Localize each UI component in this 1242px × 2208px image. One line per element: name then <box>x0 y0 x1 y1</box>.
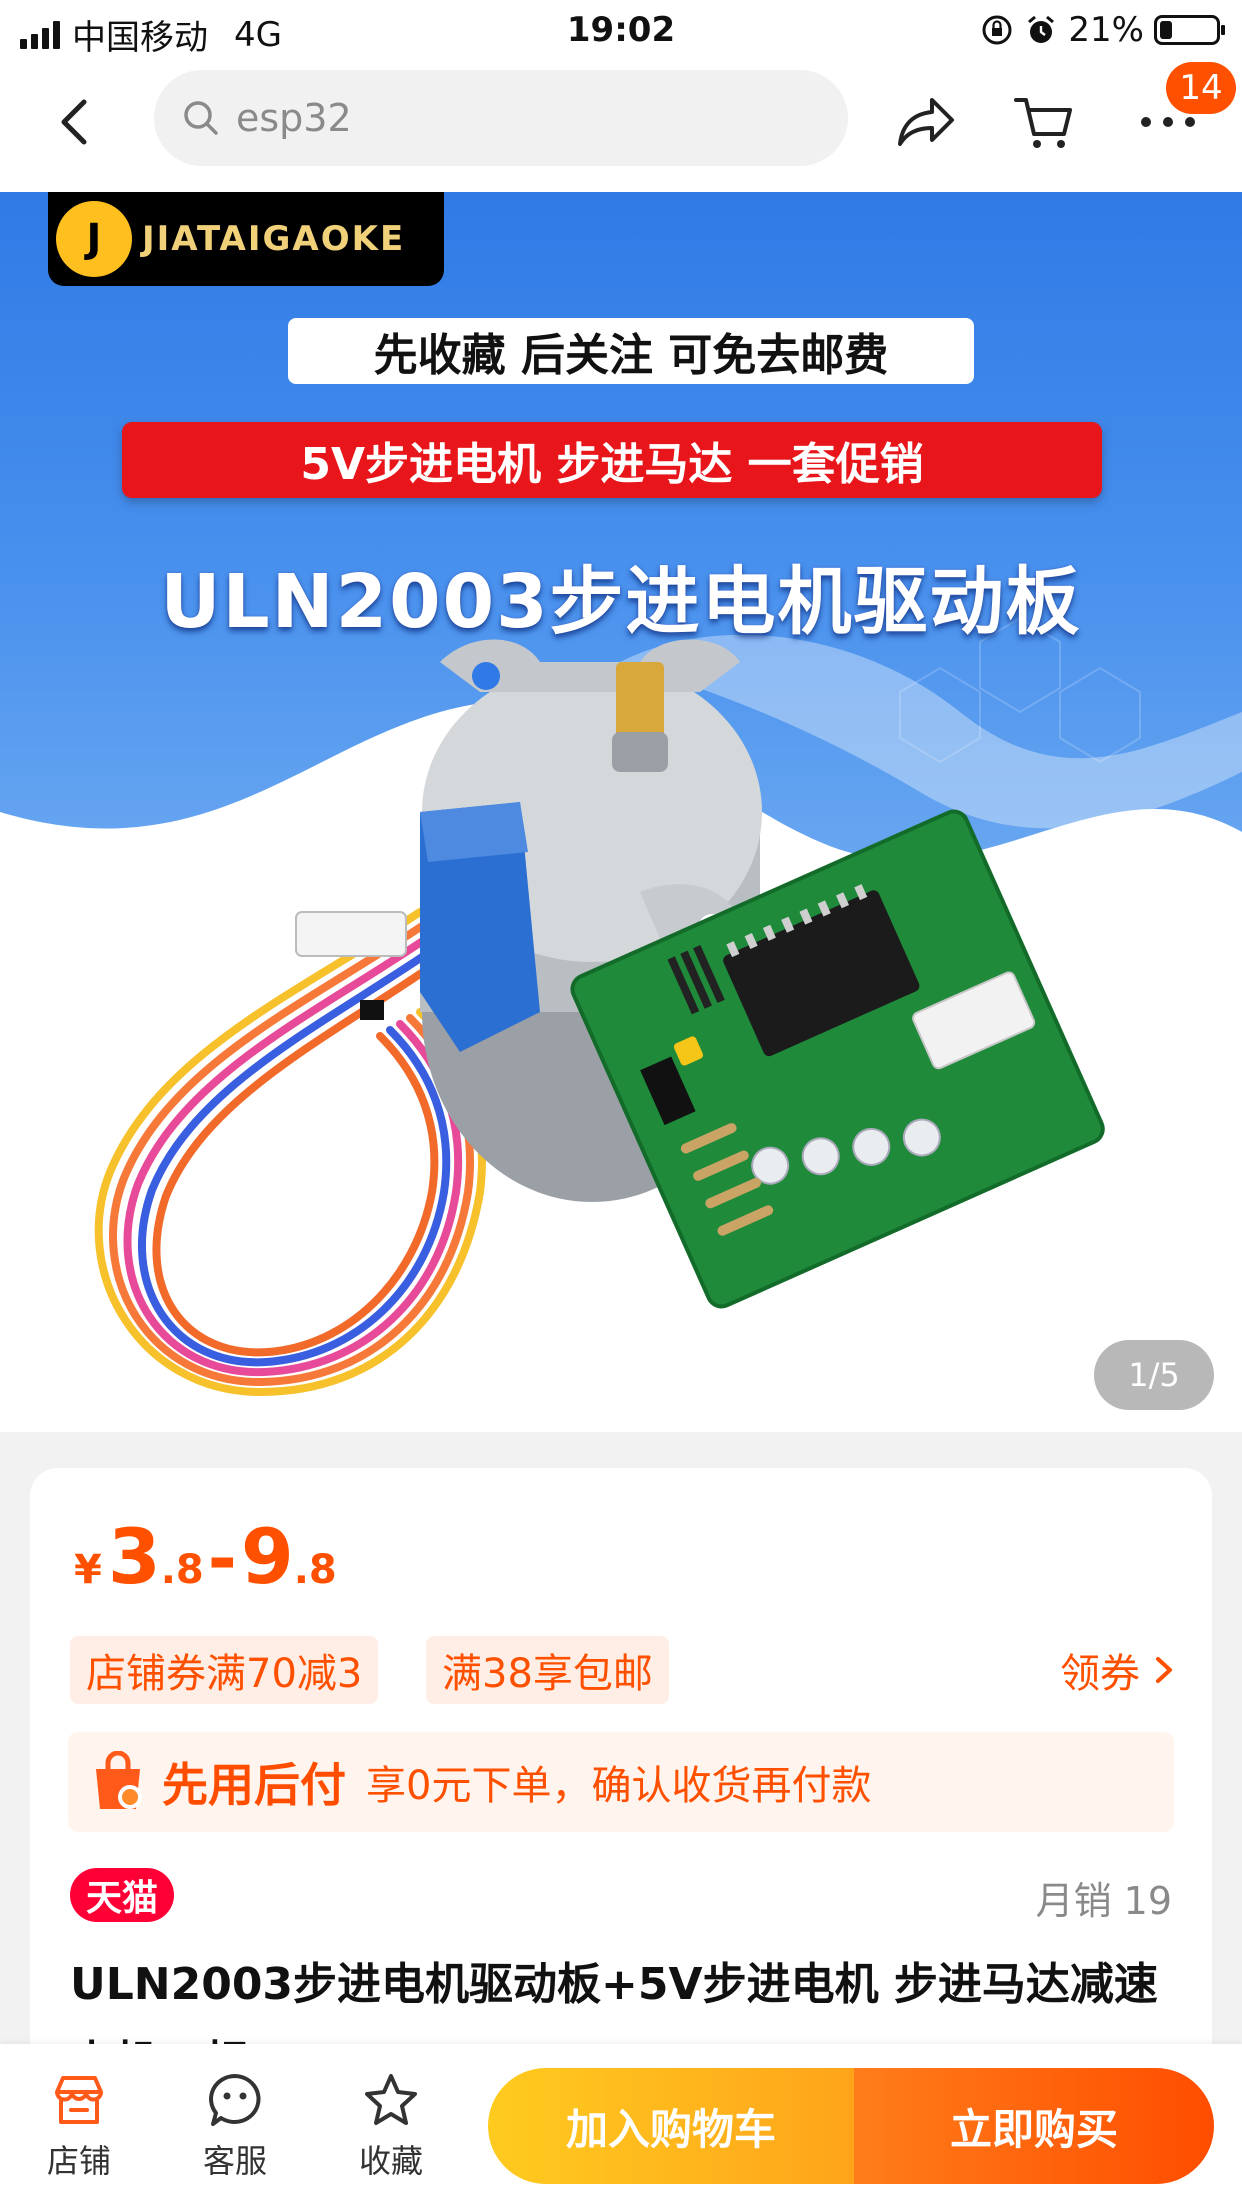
battery-percent: 21% <box>1068 10 1144 50</box>
price-high-dec: .8 <box>293 1547 337 1593</box>
tmall-badge: 天猫 <box>70 1868 175 1922</box>
price-low-dec: .8 <box>160 1547 204 1593</box>
chat-face-icon <box>209 2074 261 2126</box>
status-bar: 中国移动 4G 19:02 21% <box>0 0 1242 62</box>
product-image-carousel[interactable]: J JIATAIGAOKE 先收藏 后关注 可免去邮费 5V步进电机 步进马达 … <box>0 192 1242 1432</box>
share-icon[interactable] <box>894 90 958 154</box>
top-navigation: esp32 14 <box>0 62 1242 192</box>
price-dash: - <box>207 1518 237 1600</box>
coupon-tag-shipping[interactable]: 满38享包邮 <box>426 1636 669 1704</box>
product-info-card: ¥ 3 .8 - 9 .8 店铺券满70减3 满38享包邮 领券 先用后付 享0… <box>30 1468 1212 2068</box>
product-photo <box>94 639 1105 1397</box>
cart-icon[interactable] <box>1012 90 1076 154</box>
shopping-bag-icon <box>96 1751 142 1809</box>
image-counter: 1/5 <box>1094 1340 1214 1410</box>
store-label: 店铺 <box>46 2142 111 2180</box>
cart-count-badge: 14 <box>1166 62 1236 114</box>
pay-later-banner[interactable]: 先用后付 享0元下单，确认收货再付款 <box>68 1732 1174 1832</box>
currency-symbol: ¥ <box>74 1547 102 1593</box>
favorite-button[interactable]: 收藏 <box>336 2070 446 2182</box>
price-high-int: 9 <box>240 1512 294 1601</box>
search-icon <box>184 101 218 135</box>
store-icon <box>55 2076 103 2124</box>
coupon-tag-store[interactable]: 店铺券满70减3 <box>70 1636 379 1704</box>
get-coupon-label: 领券 <box>1060 1651 1140 1697</box>
bottom-action-bar: 店铺 客服 收藏 加入购物车 立即购买 <box>0 2044 1242 2208</box>
orientation-lock-icon <box>982 15 1012 45</box>
customer-service-button[interactable]: 客服 <box>180 2070 290 2182</box>
pay-later-description: 享0元下单，确认收货再付款 <box>366 1763 872 1809</box>
back-arrow-icon[interactable] <box>46 92 106 152</box>
pay-later-title: 先用后付 <box>162 1758 346 1812</box>
get-coupon-link[interactable]: 领券 <box>1060 1636 1176 1704</box>
price-range: ¥ 3 .8 - 9 .8 <box>74 1512 337 1601</box>
buy-now-button[interactable]: 立即购买 <box>854 2068 1214 2184</box>
battery-icon <box>1154 15 1225 45</box>
alarm-icon <box>1028 15 1055 43</box>
search-query: esp32 <box>236 96 352 140</box>
add-to-cart-button[interactable]: 加入购物车 <box>488 2068 854 2184</box>
store-button[interactable]: 店铺 <box>24 2070 134 2182</box>
chevron-right-icon <box>1156 1657 1172 1683</box>
price-low-int: 3 <box>107 1512 161 1601</box>
customer-service-label: 客服 <box>202 2142 267 2180</box>
favorite-label: 收藏 <box>358 2142 423 2180</box>
star-icon <box>365 2074 417 2125</box>
monthly-sales: 月销 19 <box>1035 1879 1172 1923</box>
search-bar[interactable]: esp32 <box>154 70 848 166</box>
